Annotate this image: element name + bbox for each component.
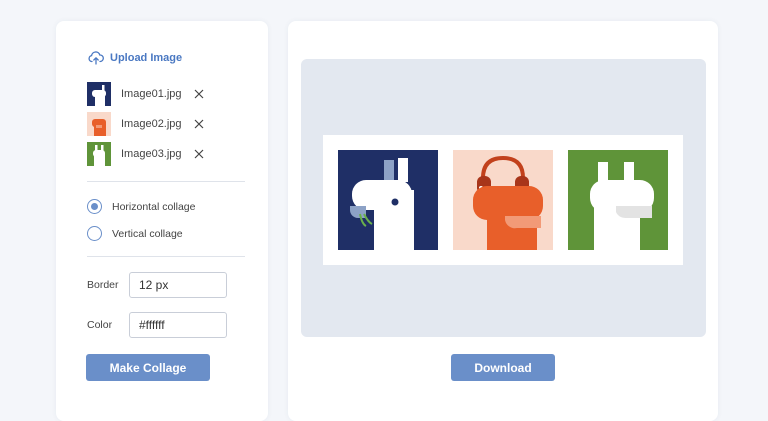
collage-preview-area [301,59,706,337]
radio-label: Vertical collage [112,227,183,240]
image02-thumbnail [87,112,111,136]
upload-image-button[interactable]: Upload Image [88,51,182,65]
collage-tile-image03 [568,150,668,250]
close-icon[interactable] [193,148,205,160]
file-name: Image01.jpg [121,88,182,100]
image03-thumbnail [87,142,111,166]
border-input[interactable] [129,272,227,298]
collage-tile-image02 [453,150,553,250]
radio-vertical-collage[interactable]: Vertical collage [87,226,183,241]
radio-label: Horizontal collage [112,200,196,213]
download-button[interactable]: Download [451,354,555,381]
preview-panel: Download [288,21,718,421]
upload-image-label: Upload Image [110,52,183,64]
radio-horizontal-collage[interactable]: Horizontal collage [87,199,195,214]
settings-panel: Upload Image Image01.jpg Image02.jpg Ima… [56,21,268,421]
divider [87,181,245,182]
border-label: Border [87,279,119,291]
radio-button[interactable] [87,226,102,241]
image01-thumbnail [87,82,111,106]
file-item: Image02.jpg [87,112,205,136]
cloud-upload-icon [88,51,104,65]
file-item: Image01.jpg [87,82,205,106]
collage-image [323,135,683,265]
divider [87,256,245,257]
collage-tile-image01 [338,150,438,250]
file-name: Image03.jpg [121,148,182,160]
close-icon[interactable] [193,118,205,130]
make-collage-button[interactable]: Make Collage [86,354,210,381]
close-icon[interactable] [193,88,205,100]
file-name: Image02.jpg [121,118,182,130]
color-input[interactable] [129,312,227,338]
radio-button[interactable] [87,199,102,214]
color-label: Color [87,319,113,331]
file-item: Image03.jpg [87,142,205,166]
